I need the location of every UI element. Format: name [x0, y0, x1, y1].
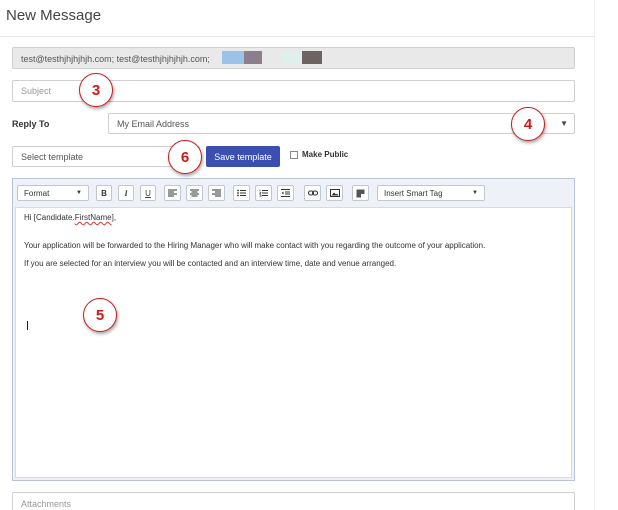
make-public-option[interactable]: Make Public — [290, 150, 348, 159]
make-public-label: Make Public — [302, 150, 349, 159]
align-left-icon[interactable] — [164, 185, 181, 201]
attachments-placeholder: Attachments — [21, 499, 72, 509]
annotation-marker-6: 6 — [168, 140, 202, 174]
greeting-line: Hi [Candidate.FirstName], — [24, 213, 563, 223]
reply-to-value: My Email Address — [117, 118, 190, 129]
save-template-button[interactable]: Save template — [206, 146, 280, 167]
chevron-down-icon: ▼ — [560, 119, 568, 128]
format-dropdown[interactable]: Format ▼ — [17, 185, 89, 201]
panel-border — [594, 0, 595, 510]
chevron-down-icon: ▼ — [472, 190, 478, 196]
redacted-block — [302, 51, 322, 64]
subject-placeholder: Subject — [21, 86, 52, 96]
greeting-prefix: Hi [Candidate. — [24, 213, 75, 222]
chevron-down-icon: ▼ — [76, 190, 82, 196]
dialog-title: New Message — [6, 7, 102, 24]
link-icon[interactable] — [304, 185, 321, 201]
bullet-list-icon[interactable] — [233, 185, 250, 201]
reply-to-label: Reply To — [12, 119, 50, 129]
annotation-marker-4: 4 — [511, 107, 545, 141]
text-color-icon[interactable] — [352, 185, 369, 201]
editor-body[interactable]: Hi [Candidate.FirstName], Your applicati… — [15, 207, 572, 478]
editor-toolbar: Format ▼ B I U Insert Smart Tag ▼ — [13, 179, 574, 207]
numbered-list-icon[interactable] — [255, 185, 272, 201]
reply-to-select[interactable]: My Email Address ▼ — [108, 113, 575, 134]
format-label: Format — [24, 188, 50, 198]
italic-button[interactable]: I — [118, 185, 134, 201]
redacted-block — [282, 51, 302, 64]
smart-tag-label: Insert Smart Tag — [384, 188, 443, 198]
make-public-checkbox[interactable] — [290, 150, 298, 159]
insert-smart-tag-dropdown[interactable]: Insert Smart Tag ▼ — [377, 185, 485, 201]
text-cursor — [27, 321, 28, 330]
body-paragraph: If you are selected for an interview you… — [24, 259, 397, 269]
title-divider — [0, 36, 594, 37]
attachments-field[interactable]: Attachments — [12, 492, 575, 510]
outdent-icon[interactable] — [277, 185, 294, 201]
redacted-block — [244, 51, 262, 64]
body-paragraph: Your application will be forwarded to th… — [24, 240, 486, 250]
align-center-icon[interactable] — [186, 185, 203, 201]
bold-button[interactable]: B — [96, 185, 112, 201]
align-right-icon[interactable] — [208, 185, 225, 201]
annotation-marker-5: 5 — [83, 298, 117, 332]
template-placeholder: Select template — [21, 151, 84, 162]
image-icon[interactable] — [326, 185, 343, 201]
greeting-suffix: ], — [111, 213, 117, 222]
smart-tag-token: FirstName — [74, 213, 112, 222]
corner-mark: ' — [587, 0, 589, 7]
annotation-marker-3: 3 — [79, 73, 113, 107]
redacted-block — [222, 51, 244, 64]
underline-button[interactable]: U — [140, 185, 156, 201]
